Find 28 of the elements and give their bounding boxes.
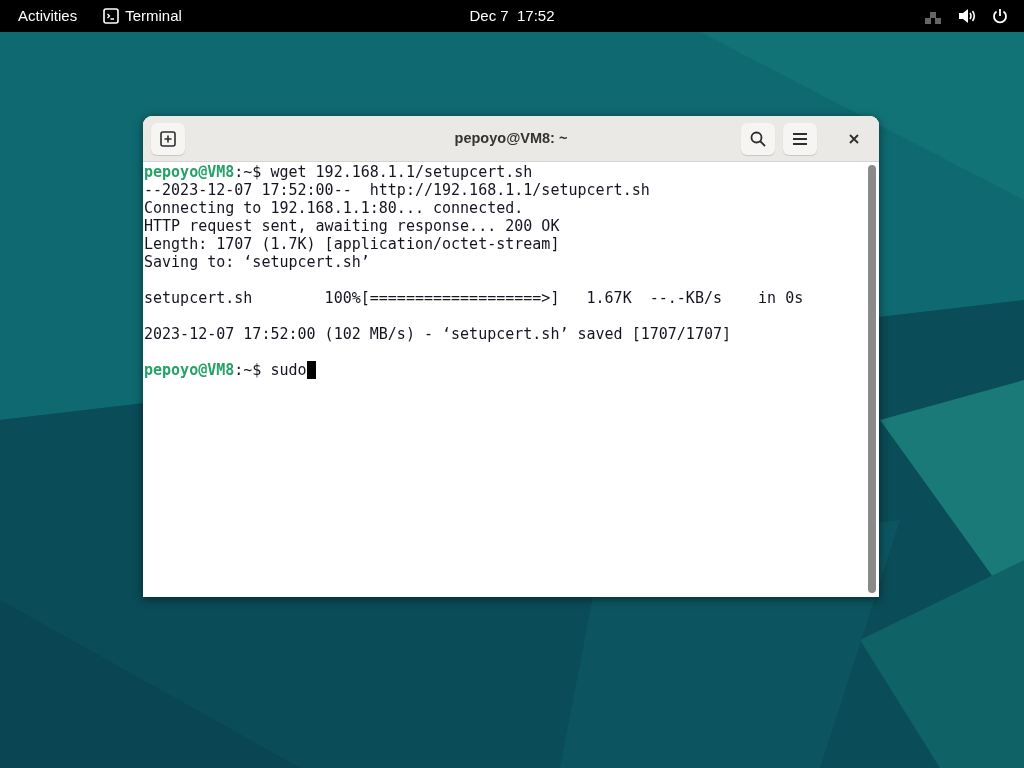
power-icon[interactable]: [992, 8, 1008, 24]
prompt-user: pepoyo@VM8: [144, 361, 235, 379]
app-menu[interactable]: Terminal: [103, 4, 182, 28]
close-icon: [849, 133, 859, 144]
clock[interactable]: Dec 7 17:52: [469, 6, 555, 24]
output-line: --2023-12-07 17:52:00-- http://192.168.1.1/setupcert.sh: [144, 181, 650, 199]
scrollbar-thumb[interactable]: [868, 165, 876, 593]
search-icon: [750, 130, 766, 147]
plus-icon: [160, 130, 176, 147]
prompt-user: pepoyo@VM8: [144, 163, 235, 181]
output-line: 2023-12-07 17:52:00 (102 MB/s) - ‘setupcert.sh’ saved [1707/1707]: [144, 325, 731, 343]
menu-icon: [792, 131, 808, 146]
activities-button[interactable]: Activities: [0, 4, 96, 28]
search-button[interactable]: [741, 122, 775, 155]
window-title: pepoyo@VM8: ~: [454, 129, 568, 146]
output-line: Connecting to 192.168.1.1:80... connected.: [144, 199, 524, 217]
output-line: Length: 1707 (1.7K) [application/octet-stream]: [144, 235, 560, 253]
volume-icon[interactable]: [958, 8, 976, 24]
output-line: setupcert.sh 100%[===================>] 1.67K --.-KB/s in 0s: [144, 289, 804, 307]
terminal-icon: [103, 8, 120, 24]
command-text: sudo: [270, 361, 307, 379]
new-tab-button[interactable]: [151, 122, 185, 155]
command-text: wget 192.168.1.1/setupcert.sh: [270, 163, 533, 181]
prompt-path: :~$: [234, 361, 263, 379]
prompt-path: :~$: [234, 163, 263, 181]
output-line: Saving to: ‘setupcert.sh’: [144, 253, 370, 271]
menu-button[interactable]: [783, 122, 817, 155]
output-line: HTTP request sent, awaiting response... 200 OK: [144, 217, 560, 235]
